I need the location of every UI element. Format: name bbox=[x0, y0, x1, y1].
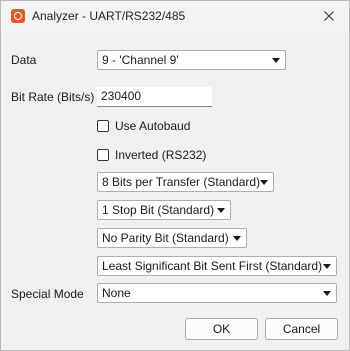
bit-order-select[interactable]: Least Significant Bit Sent First (Standa… bbox=[97, 256, 337, 276]
chevron-down-icon bbox=[260, 180, 268, 185]
data-label: Data bbox=[11, 53, 37, 67]
data-channel-value: 9 - 'Channel 9' bbox=[102, 53, 179, 67]
inverted-checkbox[interactable]: Inverted (RS232) bbox=[97, 148, 206, 162]
bits-per-transfer-select[interactable]: 8 Bits per Transfer (Standard) bbox=[97, 172, 274, 192]
bit-rate-value: 230400 bbox=[101, 89, 142, 103]
analyzer-dialog: Analyzer - UART/RS232/485 Data 9 - 'Chan… bbox=[0, 0, 350, 351]
use-autobaud-checkbox[interactable]: Use Autobaud bbox=[97, 119, 190, 133]
chevron-down-icon bbox=[272, 58, 280, 63]
special-mode-value: None bbox=[102, 286, 131, 300]
cancel-button[interactable]: Cancel bbox=[265, 318, 338, 340]
autobaud-checkbox-box bbox=[97, 120, 109, 132]
inverted-checkbox-box bbox=[97, 149, 109, 161]
close-icon bbox=[324, 11, 334, 21]
chevron-down-icon bbox=[217, 208, 225, 213]
stop-bits-select[interactable]: 1 Stop Bit (Standard) bbox=[97, 200, 231, 220]
autobaud-label: Use Autobaud bbox=[115, 119, 191, 133]
window-title: Analyzer - UART/RS232/485 bbox=[32, 9, 186, 23]
inverted-label: Inverted (RS232) bbox=[115, 148, 207, 162]
bit-rate-input[interactable]: 230400 bbox=[97, 87, 212, 107]
ok-button[interactable]: OK bbox=[185, 318, 258, 340]
app-logo-icon bbox=[11, 9, 25, 23]
chevron-down-icon bbox=[323, 291, 331, 296]
chevron-down-icon bbox=[323, 264, 331, 269]
close-button[interactable] bbox=[315, 4, 343, 28]
special-mode-select[interactable]: None bbox=[97, 283, 337, 303]
title-bar: Analyzer - UART/RS232/485 bbox=[1, 1, 349, 32]
bit-rate-label: Bit Rate (Bits/s) bbox=[11, 90, 95, 104]
parity-select[interactable]: No Parity Bit (Standard) bbox=[97, 228, 247, 248]
data-channel-select[interactable]: 9 - 'Channel 9' bbox=[97, 50, 286, 70]
stop-bits-value: 1 Stop Bit (Standard) bbox=[102, 203, 215, 217]
bits-per-transfer-value: 8 Bits per Transfer (Standard) bbox=[102, 175, 261, 189]
bit-order-value: Least Significant Bit Sent First (Standa… bbox=[102, 259, 323, 273]
special-mode-label: Special Mode bbox=[11, 287, 84, 301]
chevron-down-icon bbox=[233, 236, 241, 241]
parity-value: No Parity Bit (Standard) bbox=[102, 231, 229, 245]
